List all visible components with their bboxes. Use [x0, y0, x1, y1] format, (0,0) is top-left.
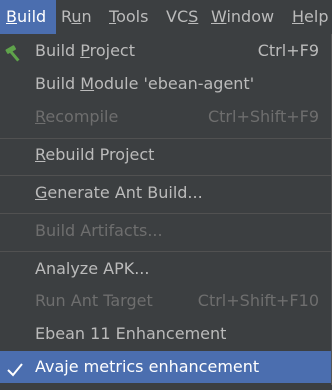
menu-vcs-pre: VC: [166, 7, 189, 26]
label-part: ecompile: [45, 107, 119, 126]
label-part: ebuild Project: [45, 145, 155, 164]
checkmark-icon: [5, 358, 25, 377]
menu-item-label: Avaje metrics enhancement: [35, 357, 260, 376]
menu-help[interactable]: Help: [292, 0, 328, 34]
label-mnemonic: M: [80, 74, 95, 93]
label-part: Build: [35, 74, 81, 93]
menu-item-rebuild-project[interactable]: Rebuild Project: [0, 139, 331, 171]
menu-item-label: Rebuild Project: [35, 139, 154, 171]
label-mnemonic: R: [35, 107, 46, 126]
menu-item-label: Build Project: [35, 35, 135, 67]
menu-build-mnemonic: B: [6, 7, 17, 26]
menu-build[interactable]: Build: [0, 0, 56, 34]
menu-bar: Build Run Tools VCS Window Help: [0, 0, 332, 34]
menu-item-generate-ant-build[interactable]: Generate Ant Build...: [0, 177, 331, 209]
shortcut-label: Ctrl+Shift+F9: [207, 107, 319, 126]
hammer-icon: [5, 42, 25, 62]
menu-item-label: Build Artifacts...: [35, 221, 163, 240]
menu-window-rest: indow: [226, 7, 275, 26]
label-part: Build: [35, 41, 81, 60]
label-part: enerate Ant Build...: [47, 183, 203, 202]
menu-item-label: Recompile: [35, 101, 118, 133]
menu-separator: [0, 175, 331, 176]
menu-item-label: Run Ant Target: [35, 291, 153, 310]
menu-item-build-project[interactable]: Build Project Ctrl+F9: [0, 35, 331, 67]
label-mnemonic: G: [35, 183, 48, 202]
label-mnemonic: R: [35, 145, 46, 164]
menu-item-label: Build Module 'ebean-agent': [35, 68, 254, 100]
menu-item-label: Analyze APK...: [35, 259, 150, 278]
menu-item-label: Generate Ant Build...: [35, 177, 203, 209]
menu-tools[interactable]: Tools: [109, 0, 148, 34]
menu-window[interactable]: Window: [211, 0, 274, 34]
menu-window-mnemonic: W: [211, 7, 227, 26]
menu-build-rest: uild: [16, 7, 47, 26]
menu-run[interactable]: Run: [61, 0, 92, 34]
menu-item-ebean-enhancement[interactable]: Ebean 11 Enhancement: [0, 318, 331, 350]
menu-item-recompile: Recompile Ctrl+Shift+F9: [0, 101, 331, 133]
menu-item-run-ant-target: Run Ant Target Ctrl+Shift+F10: [0, 285, 331, 317]
menu-item-build-artifacts: Build Artifacts...: [0, 215, 331, 247]
label-part: roject: [89, 41, 135, 60]
build-menu-dropdown: Build Project Ctrl+F9 Build Module 'ebea…: [0, 34, 332, 385]
label-part: odule 'ebean-agent': [94, 74, 255, 93]
menu-item-build-module[interactable]: Build Module 'ebean-agent': [0, 68, 331, 100]
menu-help-rest: elp: [304, 7, 329, 26]
menu-tools-rest: ools: [116, 7, 149, 26]
menu-item-avaje-metrics[interactable]: Avaje metrics enhancement: [0, 351, 331, 383]
menu-separator: [0, 251, 331, 252]
menu-vcs-mnemonic: S: [188, 7, 199, 26]
menu-tools-mnemonic: T: [109, 7, 117, 26]
label-mnemonic: P: [80, 41, 90, 60]
menu-run-mnemonic: u: [71, 7, 82, 26]
menu-run-pre: R: [61, 7, 72, 26]
menu-vcs[interactable]: VCS: [166, 0, 198, 34]
shortcut-label: Ctrl+F9: [257, 41, 319, 60]
menu-run-rest: n: [81, 7, 92, 26]
menu-separator: [0, 213, 331, 214]
menu-item-label: Ebean 11 Enhancement: [35, 324, 227, 343]
menu-help-mnemonic: H: [292, 7, 305, 26]
menu-item-analyze-apk[interactable]: Analyze APK...: [0, 253, 331, 285]
shortcut-label: Ctrl+Shift+F10: [197, 291, 319, 310]
